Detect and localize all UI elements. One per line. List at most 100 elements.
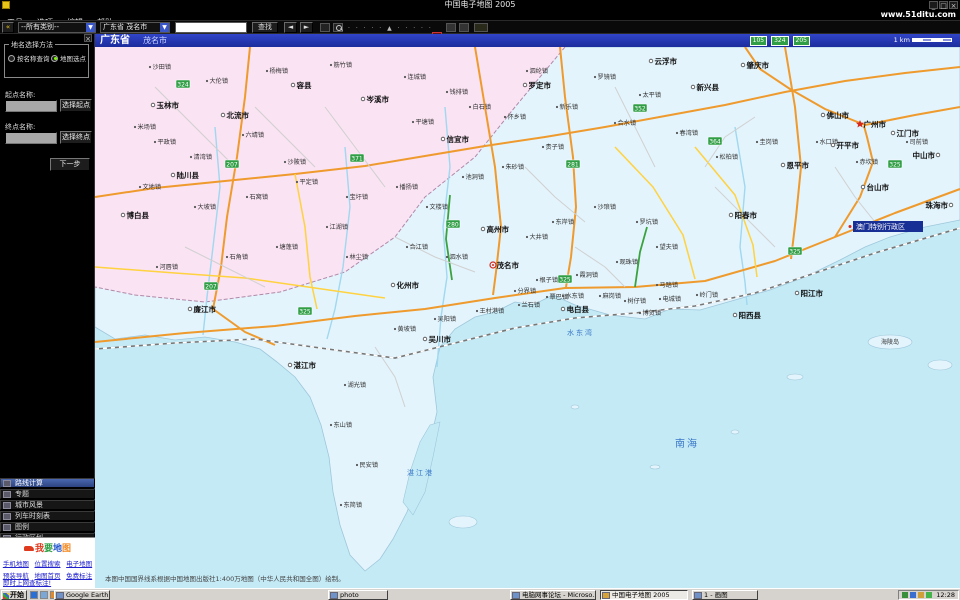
tray-icon-2[interactable]	[910, 592, 916, 598]
tray-icon-3[interactable]	[918, 592, 924, 598]
print-icon[interactable]	[474, 23, 488, 32]
task-button[interactable]: 电脑网事论坛 - Microso...	[510, 590, 596, 600]
category-dropdown[interactable]: --所有类别--▼	[18, 22, 96, 33]
next-step-button[interactable]: 下一步	[50, 158, 90, 171]
promo-link-手机地图[interactable]: 手机地图	[3, 558, 29, 568]
sidebar: × 地名选择方法 按名称查询 地图选点 起点名称: 选择起点 终点名称: 选择终…	[0, 34, 95, 588]
radio-icon[interactable]	[51, 55, 58, 62]
task-button[interactable]: photo	[328, 590, 388, 600]
ie-icon[interactable]	[30, 591, 38, 599]
end-input[interactable]	[5, 132, 57, 144]
task-button[interactable]: 中国电子地图 2005	[600, 590, 688, 600]
minimize-button[interactable]: _	[929, 1, 938, 9]
promo-link-位置搜索[interactable]: 位置搜索	[34, 558, 60, 568]
city-marker	[891, 131, 895, 135]
town-label: 石角镇	[230, 253, 249, 261]
tray-icon-1[interactable]	[902, 592, 908, 598]
pan-hand-icon[interactable]	[320, 23, 330, 32]
chevron-down-icon[interactable]: ▼	[86, 23, 95, 32]
eraser-icon[interactable]	[459, 23, 469, 32]
task-button[interactable]: 1 - 画图	[692, 590, 758, 600]
city-label[interactable]: 茂名市	[143, 34, 167, 47]
sidebar-item-4[interactable]: 图例	[0, 522, 95, 532]
town-label: 杨梅镇	[270, 67, 289, 75]
start-input[interactable]	[5, 100, 57, 112]
close-button[interactable]: ×	[949, 1, 958, 9]
map-canvas[interactable]: 325325325207207280281371364324325352沙田镇大…	[95, 47, 960, 588]
town-dot	[149, 66, 151, 68]
radio-icon[interactable]	[8, 55, 15, 62]
desktop-icon[interactable]	[40, 591, 48, 599]
logo-char: 要	[44, 544, 53, 554]
city-marker	[861, 185, 865, 189]
city-marker	[781, 163, 785, 167]
city-marker	[936, 153, 940, 157]
maximize-button[interactable]: □	[939, 1, 948, 9]
town-dot	[394, 328, 396, 330]
region-dropdown[interactable]: 广东省 茂名市▼	[100, 22, 170, 33]
pencil-icon[interactable]	[446, 23, 456, 32]
road-badge: 324	[771, 36, 788, 46]
search-input[interactable]	[175, 22, 247, 33]
feature-icon	[3, 524, 11, 531]
website-url[interactable]: www.51ditu.com	[881, 10, 956, 20]
logo-char: 地	[53, 544, 62, 554]
51ditu-logo[interactable]: 我要地图	[0, 541, 95, 554]
city-marker	[481, 227, 485, 231]
search-button[interactable]: 查找	[252, 22, 278, 33]
road-number: 364	[709, 139, 721, 146]
tray-icon-4[interactable]	[926, 592, 932, 598]
town-label: 文地镇	[143, 183, 162, 191]
town-label: 米场镇	[138, 123, 157, 131]
town-dot	[816, 141, 818, 143]
town-label: 黄坡镇	[398, 325, 417, 333]
town-label: 播扬镇	[400, 183, 419, 191]
sidebar-item-1[interactable]: 专题	[0, 489, 95, 499]
google-earth-icon	[56, 592, 64, 599]
taskbar: 开始 Google Earth photo 电脑网事论坛 - Microso... 中…	[0, 588, 960, 600]
town-dot	[639, 312, 641, 314]
road-number: 281	[567, 162, 579, 169]
task-button[interactable]: Google Earth	[54, 590, 110, 600]
road-badge: 105	[750, 36, 767, 46]
road-number: 325	[559, 277, 571, 284]
sidebar-item-2[interactable]: 城市风景	[0, 500, 95, 510]
city-label: 博白县	[127, 210, 150, 220]
sidebar-item-0[interactable]: 路线计算	[0, 478, 95, 488]
town-dot	[594, 206, 596, 208]
pick-start-button[interactable]: 选择起点	[60, 99, 92, 112]
city-label: 罗定市	[529, 80, 552, 90]
radio-map-point[interactable]: 地图选点	[51, 53, 86, 63]
forward-button[interactable]: ►	[300, 22, 313, 33]
collapse-sidebar-button[interactable]: «	[2, 22, 14, 33]
city-marker	[795, 291, 799, 295]
promo-link-免费标注[interactable]: 免费标注	[66, 570, 92, 580]
town-dot	[326, 226, 328, 228]
town-label: 贵子镇	[546, 143, 565, 151]
back-button[interactable]: ◄	[284, 22, 297, 33]
zoom-out-icon[interactable]	[333, 23, 343, 32]
annotate-link[interactable]: 即时上网查标注!	[3, 577, 51, 587]
panel-close-icon[interactable]: ×	[84, 34, 92, 42]
island	[731, 430, 739, 434]
town-label: 沙琅镇	[598, 203, 617, 211]
radio-by-name[interactable]: 按名称查询	[8, 53, 50, 63]
zoom-slider[interactable]: · · · · · ▲ · · · · ·	[348, 25, 433, 32]
sidebar-item-3[interactable]: 列车时刻表	[0, 511, 95, 521]
promo-link-电子地图[interactable]: 电子地图	[66, 558, 92, 568]
town-dot	[190, 156, 192, 158]
start-button[interactable]: 开始	[1, 590, 27, 600]
city-label: 开平市	[837, 140, 860, 150]
town-label: 大伦镇	[210, 77, 229, 85]
town-dot	[330, 424, 332, 426]
chevron-down-icon[interactable]: ▼	[160, 23, 169, 32]
place-select-group: 地名选择方法 按名称查询 地图选点	[4, 44, 89, 78]
town-label: 泗水镇	[450, 253, 469, 261]
map-area[interactable]: 广东省 茂名市 105324205 1 km 32532532520720728…	[95, 34, 960, 588]
town-dot	[614, 122, 616, 124]
town-label: 朱砂镇	[506, 163, 525, 171]
water-label: 南海	[675, 437, 699, 450]
province-label[interactable]: 广东省	[100, 34, 130, 47]
feature-icon	[3, 491, 11, 498]
pick-end-button[interactable]: 选择终点	[60, 131, 92, 144]
